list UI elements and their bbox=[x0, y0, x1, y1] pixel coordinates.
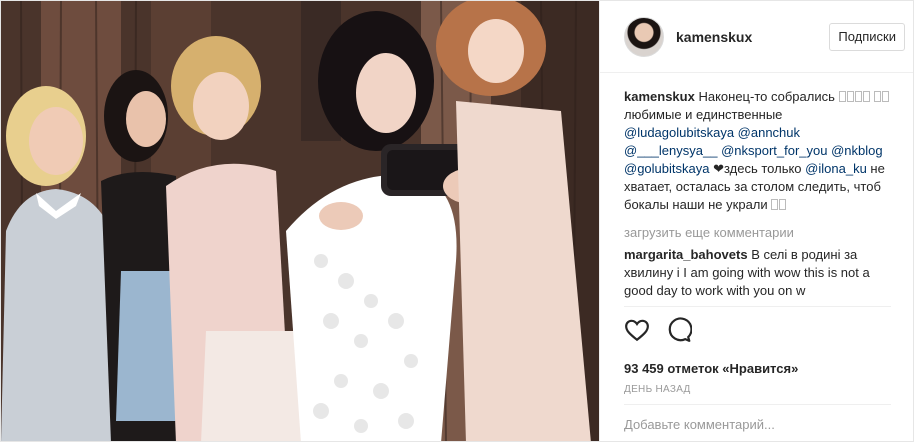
heart-icon[interactable] bbox=[624, 317, 650, 343]
mention-link[interactable]: @annchuk bbox=[738, 125, 800, 140]
caption: kamenskux Наконец-то собрались любимые и… bbox=[624, 88, 901, 214]
add-comment-input[interactable] bbox=[624, 416, 891, 432]
post-photo[interactable] bbox=[1, 1, 599, 441]
speech-bubble-icon[interactable] bbox=[666, 317, 692, 343]
post-header: kamenskux Подписки bbox=[600, 1, 913, 73]
likes-count[interactable]: 93 459 отметок «Нравится» bbox=[624, 361, 891, 376]
add-comment-bar bbox=[624, 404, 891, 441]
mention-link[interactable]: @nkblog bbox=[831, 143, 883, 158]
header-username[interactable]: kamenskux bbox=[676, 29, 829, 45]
following-button[interactable]: Подписки bbox=[829, 22, 905, 51]
comments-section: kamenskux Наконец-то собрались любимые и… bbox=[624, 88, 901, 300]
emoji-placeholder-icon bbox=[874, 91, 882, 102]
emoji-placeholder-icon bbox=[882, 91, 890, 102]
mention-link[interactable]: @___lenysya__ bbox=[624, 143, 717, 158]
caption-username[interactable]: kamenskux bbox=[624, 89, 695, 104]
post-actions: 93 459 отметок «Нравится» ДЕНЬ НАЗАД bbox=[624, 306, 891, 395]
caption-text-2: любимые и единственные bbox=[624, 107, 783, 122]
emoji-placeholder-icons bbox=[771, 197, 787, 212]
comment: margarita_bahovets В селі в родині за хв… bbox=[624, 246, 901, 300]
mention-link[interactable]: @nksport_for_you bbox=[721, 143, 827, 158]
post-side-panel: kamenskux Подписки kamenskux Наконец-то … bbox=[599, 1, 913, 441]
avatar[interactable] bbox=[624, 16, 664, 57]
emoji-placeholder-icons bbox=[838, 89, 871, 104]
comment-username[interactable]: margarita_bahovets bbox=[624, 247, 748, 262]
mention-link[interactable]: @golubitskaya bbox=[624, 161, 709, 176]
caption-text-1: Наконец-то собрались bbox=[698, 89, 835, 104]
mention-link[interactable]: @ludagolubitskaya bbox=[624, 125, 734, 140]
mention-link[interactable]: @ilona_ku bbox=[805, 161, 867, 176]
caption-text-3: ❤здесь только bbox=[713, 161, 802, 176]
group-selfie-image bbox=[1, 1, 599, 441]
post-timestamp[interactable]: ДЕНЬ НАЗАД bbox=[624, 384, 891, 395]
action-row bbox=[624, 317, 891, 343]
instagram-post: kamenskux Подписки kamenskux Наконец-то … bbox=[0, 0, 914, 442]
load-more-comments-link[interactable]: загрузить еще комментарии bbox=[624, 224, 901, 242]
